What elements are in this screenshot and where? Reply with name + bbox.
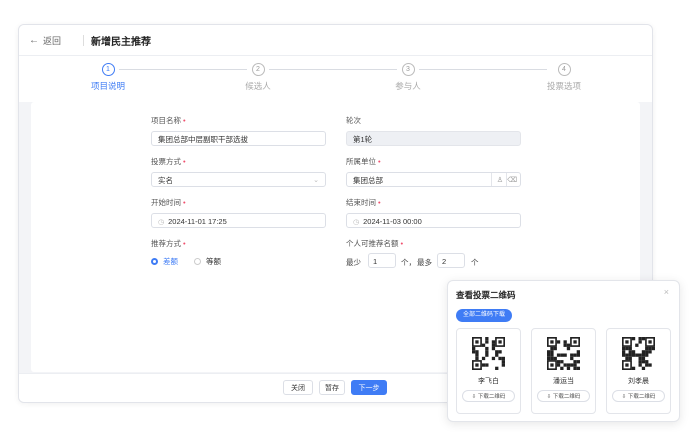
unit-text: 个， (401, 258, 416, 267)
step-number: 3 (401, 63, 415, 76)
vote-method-label: 投票方式 • (151, 157, 186, 166)
close-icon[interactable]: × (664, 287, 669, 297)
qr-code-icon (622, 337, 655, 370)
unit-text: 个 (471, 258, 479, 267)
close-button[interactable]: 关闭 (283, 380, 313, 395)
step-number: 1 (101, 63, 115, 76)
qr-code-icon (472, 337, 505, 370)
stepper: 1 项目说明 2 候选人 3 参与人 4 投票选项 (19, 56, 652, 102)
radio-differential[interactable]: 差额 (151, 256, 178, 267)
download-qr-button[interactable]: ⇩ 下载二维码 (462, 390, 515, 402)
step-number: 4 (557, 63, 571, 76)
start-time-input[interactable]: ◷ 2024-11-01 17:25 (151, 213, 326, 228)
download-qr-button[interactable]: ⇩ 下载二维码 (537, 390, 590, 402)
project-name-label: 项目名称 • (151, 116, 186, 125)
unit-input[interactable]: 集团总部 ♙ ⌫ (346, 172, 521, 187)
qr-card: 李飞白 ⇩ 下载二维码 (456, 328, 521, 414)
round-input: 第1轮 (346, 131, 521, 146)
min-input[interactable]: 1 (368, 253, 396, 268)
download-qr-button[interactable]: ⇩ 下载二维码 (612, 390, 665, 402)
start-time-label: 开始时间 • (151, 198, 186, 207)
qr-card: 潘运当 ⇩ 下载二维码 (531, 328, 596, 414)
next-button[interactable]: 下一步 (351, 380, 387, 395)
page-title: 新增民主推荐 (91, 37, 151, 48)
step-label: 参与人 (395, 81, 421, 91)
user-icon[interactable]: ♙ (497, 173, 503, 188)
recommend-method-label: 推荐方式 • (151, 239, 186, 248)
unit-label: 所属单位 • (346, 157, 381, 166)
end-time-label: 结束时间 • (346, 198, 381, 207)
back-button[interactable]: ← 返回 (29, 34, 61, 47)
project-name-input[interactable]: 集团总部中层副职干部选拔 (151, 131, 326, 146)
min-label: 最少 (346, 258, 361, 267)
qr-code-icon (547, 337, 580, 370)
trash-icon[interactable]: ⌫ (507, 173, 517, 188)
radio-equal[interactable]: 等额 (194, 256, 221, 267)
qr-card: 刘孝晨 ⇩ 下载二维码 (606, 328, 671, 414)
end-time-input[interactable]: ◷ 2024-11-03 00:00 (346, 213, 521, 228)
step-3[interactable]: 3 参与人 (368, 63, 448, 92)
candidate-name: 刘孝晨 (628, 378, 649, 385)
vote-method-select[interactable]: 实名 ⌄ (151, 172, 326, 187)
modal-title: 查看投票二维码 (456, 290, 516, 300)
quota-label: 个人可推荐名额 • (346, 239, 404, 248)
chevron-down-icon: ⌄ (313, 177, 319, 184)
step-1[interactable]: 1 项目说明 (68, 63, 148, 92)
max-label: 最多 (417, 258, 432, 267)
step-label: 项目说明 (90, 81, 125, 91)
round-label: 轮次 (346, 116, 361, 125)
calendar-icon: ◷ (158, 219, 165, 226)
step-2[interactable]: 2 候选人 (218, 63, 298, 92)
step-label: 候选人 (245, 81, 271, 91)
save-draft-button[interactable]: 暂存 (319, 380, 345, 395)
step-number: 2 (251, 63, 265, 76)
step-label: 投票选项 (546, 81, 581, 91)
calendar-icon: ◷ (353, 219, 360, 226)
step-4[interactable]: 4 投票选项 (524, 63, 604, 92)
qr-modal: 查看投票二维码 × 全部二维码下载 李飞白 ⇩ 下载二维码 潘运当 ⇩ 下载二维… (447, 280, 680, 422)
divider (83, 35, 84, 46)
max-input[interactable]: 2 (437, 253, 465, 268)
candidate-name: 李飞白 (478, 378, 499, 385)
candidate-name: 潘运当 (553, 378, 574, 385)
back-label: 返回 (43, 36, 62, 46)
top-bar: ← 返回 新增民主推荐 (19, 25, 652, 56)
arrow-left-icon: ← (29, 35, 39, 46)
download-all-button[interactable]: 全部二维码下载 (456, 309, 513, 322)
